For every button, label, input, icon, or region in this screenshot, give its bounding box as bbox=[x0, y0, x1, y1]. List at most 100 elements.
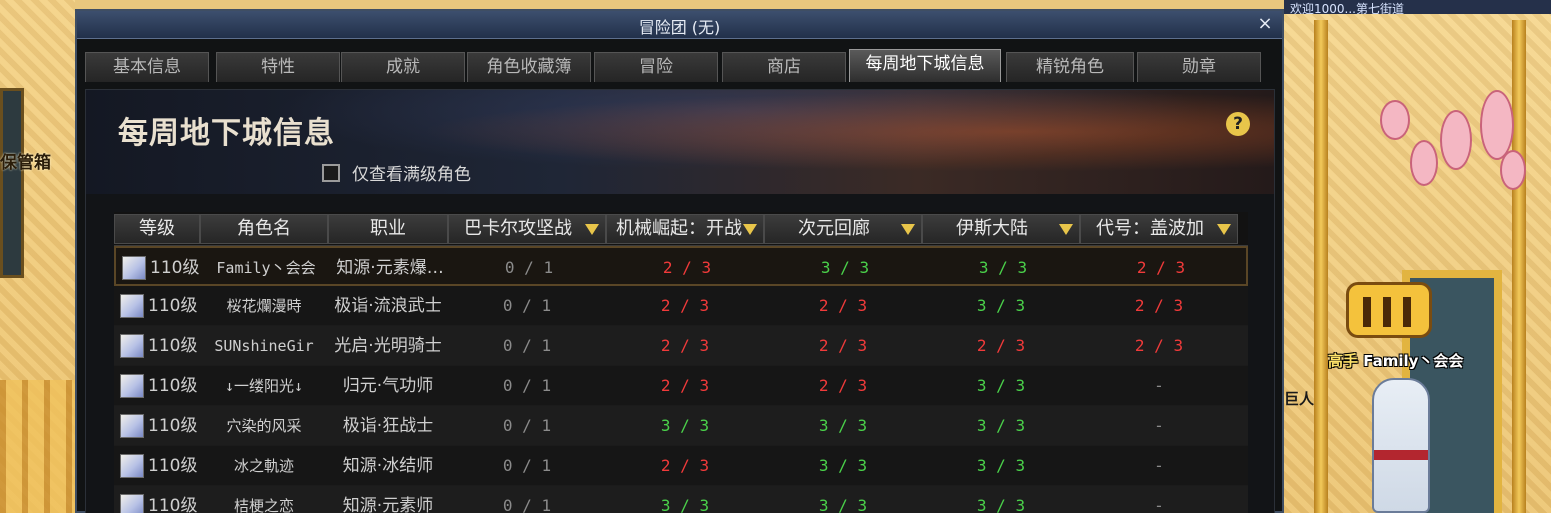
column-header-label: 次元回廊 bbox=[798, 218, 870, 239]
cell-c3: 2 / 3 bbox=[818, 376, 868, 395]
table-row[interactable]: 110级 穴染的风采 极诣·狂战士 0 / 13 / 33 / 33 / 3- bbox=[114, 406, 1248, 446]
column-header-level[interactable]: 等级 bbox=[114, 214, 200, 244]
cell-c3: 3 / 3 bbox=[818, 456, 868, 475]
cell-c4: 3 / 3 bbox=[976, 376, 1026, 395]
dropdown-arrow-icon[interactable] bbox=[1059, 224, 1073, 235]
player-character[interactable] bbox=[1372, 378, 1430, 513]
cell-c4: 3 / 3 bbox=[976, 496, 1026, 513]
table-row[interactable]: 110级 Family丶会会 知源·元素爆… 0 / 12 / 33 / 33 / 3… bbox=[114, 246, 1248, 286]
character-avatar-icon bbox=[122, 256, 146, 280]
tab-elite-characters[interactable]: 精锐角色 bbox=[1006, 52, 1134, 82]
channel-bar: 欢迎1000...第七街道 bbox=[1284, 0, 1551, 14]
close-button[interactable]: × bbox=[1254, 13, 1276, 35]
npc-label: 巨人 bbox=[1284, 390, 1315, 408]
window-titlebar[interactable]: 冒险团 (无) × bbox=[77, 11, 1282, 39]
column-header-name[interactable]: 角色名 bbox=[200, 214, 328, 244]
character-avatar-icon bbox=[120, 494, 144, 513]
help-icon[interactable]: ? bbox=[1226, 112, 1250, 136]
dropdown-arrow-icon[interactable] bbox=[901, 224, 915, 235]
cell-c5: - bbox=[1154, 496, 1164, 513]
cell-c3: 2 / 3 bbox=[818, 296, 868, 315]
storage-box-label: 保管箱 bbox=[0, 153, 51, 173]
cell-job: 归元·气功师 bbox=[342, 376, 434, 396]
table-row[interactable]: 110级 SUNshineGir 光启·光明骑士 0 / 12 / 32 / 32 /… bbox=[114, 326, 1248, 366]
column-header-mechanical-rise[interactable]: 机械崛起：开战 bbox=[606, 214, 764, 244]
column-header-isys-continent[interactable]: 伊斯大陆 bbox=[922, 214, 1080, 244]
max-level-checkbox[interactable] bbox=[322, 163, 340, 182]
column-header-job[interactable]: 职业 bbox=[328, 214, 448, 244]
column-header-label: 机械崛起：开战 bbox=[616, 218, 742, 239]
cell-c5: - bbox=[1154, 376, 1164, 395]
cell-c3: 3 / 3 bbox=[820, 258, 870, 277]
cell-c5: - bbox=[1154, 456, 1164, 475]
dropdown-arrow-icon[interactable] bbox=[1217, 224, 1231, 235]
tab-weekly-dungeon-info[interactable]: 每周地下城信息 bbox=[849, 49, 1001, 82]
cell-name: Family丶会会 bbox=[216, 259, 316, 277]
character-avatar-icon bbox=[120, 414, 144, 438]
table-row[interactable]: 110级 桜花爛漫時 极诣·流浪武士 0 / 12 / 32 / 33 / 32 / … bbox=[114, 286, 1248, 326]
cell-c1: 0 / 1 bbox=[502, 336, 552, 355]
cell-c5: 2 / 3 bbox=[1136, 258, 1186, 277]
cell-job: 光启·光明骑士 bbox=[334, 336, 442, 356]
player-name: Family丶会会 bbox=[1363, 352, 1464, 370]
cell-c1: 0 / 1 bbox=[504, 258, 554, 277]
cell-c1: 0 / 1 bbox=[502, 296, 552, 315]
cell-c5: 2 / 3 bbox=[1134, 336, 1184, 355]
tab-achievements[interactable]: 成就 bbox=[341, 52, 465, 82]
cell-c3: 3 / 3 bbox=[818, 496, 868, 513]
tab-bar: 基本信息 特性 成就 角色收藏簿 冒险 商店 每周地下城信息 精锐角色 勋章 bbox=[85, 49, 1275, 82]
character-avatar-icon bbox=[120, 334, 144, 358]
panel-banner: 每周地下城信息 ? 仅查看满级角色 bbox=[86, 90, 1274, 194]
character-avatar-icon bbox=[120, 294, 144, 318]
cell-name: ↓一缕阳光↓ bbox=[224, 377, 304, 395]
cell-c4: 3 / 3 bbox=[976, 456, 1026, 475]
hanging-flowers-decoration bbox=[1370, 30, 1540, 220]
cell-c2: 2 / 3 bbox=[660, 456, 710, 475]
cell-name: SUNshineGir bbox=[214, 337, 314, 355]
tab-medals[interactable]: 勋章 bbox=[1137, 52, 1261, 82]
cell-c2: 2 / 3 bbox=[660, 376, 710, 395]
table-row[interactable]: 110级 冰之軌迹 知源·冰结师 0 / 12 / 33 / 33 / 3- bbox=[114, 446, 1248, 486]
cell-c1: 0 / 1 bbox=[502, 496, 552, 513]
cell-c4: 3 / 3 bbox=[976, 416, 1026, 435]
cell-c1: 0 / 1 bbox=[502, 416, 552, 435]
dungeon-table: 等级 角色名 职业 巴卡尔攻坚战 机械崛起：开战 次元回廊 伊斯大陆 代号：盖波… bbox=[114, 212, 1248, 513]
table-row[interactable]: 110级 ↓一缕阳光↓ 归元·气功师 0 / 12 / 32 / 33 / 3- bbox=[114, 366, 1248, 406]
column-header-dimension-corridor[interactable]: 次元回廊 bbox=[764, 214, 922, 244]
character-avatar-icon bbox=[120, 374, 144, 398]
cell-name: 冰之軌迹 bbox=[233, 457, 294, 475]
cell-name: 桔梗之恋 bbox=[233, 497, 294, 513]
cell-c2: 3 / 3 bbox=[660, 496, 710, 513]
tab-adventure[interactable]: 冒险 bbox=[594, 52, 718, 82]
tiger-bus-pet[interactable] bbox=[1346, 282, 1432, 338]
adventure-team-window: 冒险团 (无) × 基本信息 特性 成就 角色收藏簿 冒险 商店 每周地下城信息… bbox=[75, 9, 1284, 513]
dropdown-arrow-icon[interactable] bbox=[743, 224, 757, 235]
max-level-filter-label: 仅查看满级角色 bbox=[352, 165, 471, 185]
dropdown-arrow-icon[interactable] bbox=[585, 224, 599, 235]
cell-c3: 3 / 3 bbox=[818, 416, 868, 435]
max-level-filter: 仅查看满级角色 bbox=[322, 160, 471, 185]
tab-traits[interactable]: 特性 bbox=[216, 52, 340, 82]
cell-job: 知源·元素爆… bbox=[336, 258, 444, 278]
table-body: 110级 Family丶会会 知源·元素爆… 0 / 12 / 33 / 33 / 3… bbox=[114, 246, 1248, 513]
cell-c2: 2 / 3 bbox=[660, 296, 710, 315]
cell-c4: 2 / 3 bbox=[976, 336, 1026, 355]
cell-c1: 0 / 1 bbox=[502, 456, 552, 475]
cell-job: 知源·元素师 bbox=[342, 496, 434, 513]
tab-shop[interactable]: 商店 bbox=[722, 52, 846, 82]
cell-c1: 0 / 1 bbox=[502, 376, 552, 395]
weekly-dungeon-panel: 每周地下城信息 ? 仅查看满级角色 等级 角色名 职业 巴卡尔攻坚战 机械崛起：… bbox=[85, 89, 1275, 513]
column-header-codename-gaebolga[interactable]: 代号：盖波加 bbox=[1080, 214, 1238, 244]
scene-left: 保管箱 bbox=[0, 0, 75, 513]
table-header: 等级 角色名 职业 巴卡尔攻坚战 机械崛起：开战 次元回廊 伊斯大陆 代号：盖波… bbox=[114, 212, 1248, 246]
tab-basic-info[interactable]: 基本信息 bbox=[85, 52, 209, 82]
cell-c5: 2 / 3 bbox=[1134, 296, 1184, 315]
cell-c2: 3 / 3 bbox=[660, 416, 710, 435]
table-row[interactable]: 110级 桔梗之恋 知源·元素师 0 / 13 / 33 / 33 / 3- bbox=[114, 486, 1248, 513]
column-header-label: 伊斯大陆 bbox=[956, 218, 1028, 239]
cell-c5: - bbox=[1154, 416, 1164, 435]
column-header-bakal[interactable]: 巴卡尔攻坚战 bbox=[448, 214, 606, 244]
tab-character-collection[interactable]: 角色收藏簿 bbox=[467, 52, 591, 82]
cell-job: 极诣·狂战士 bbox=[342, 416, 434, 436]
cell-name: 桜花爛漫時 bbox=[226, 297, 302, 315]
